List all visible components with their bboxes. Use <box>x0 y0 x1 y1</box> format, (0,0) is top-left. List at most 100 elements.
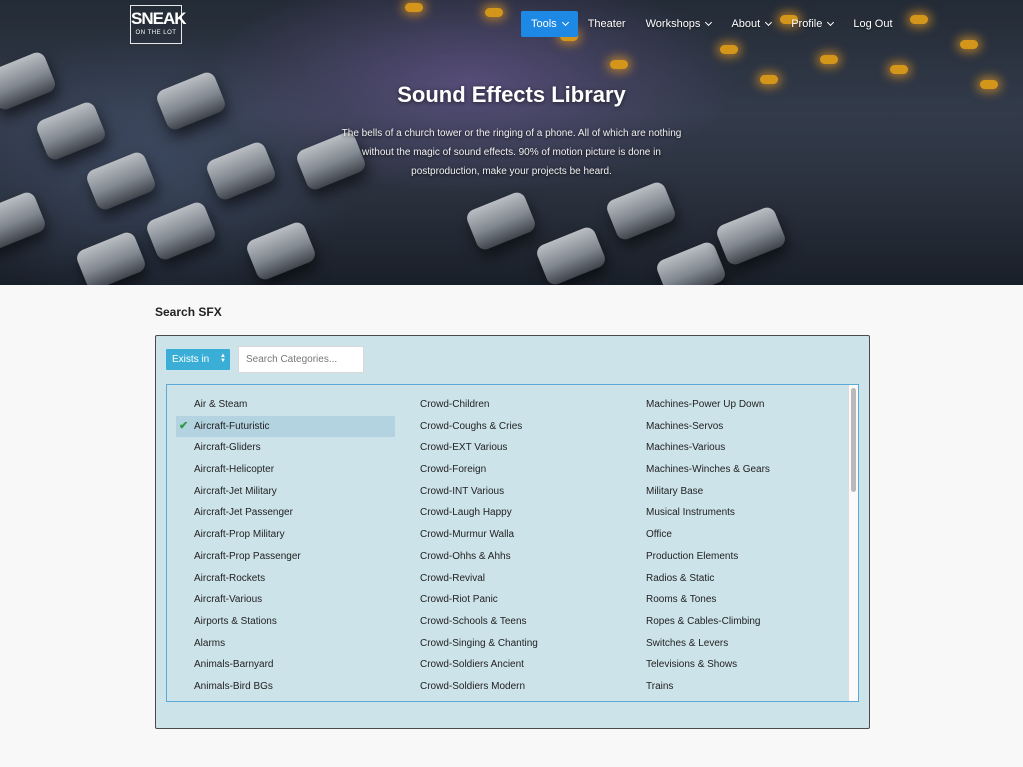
category-option[interactable]: Aircraft-Prop Passenger <box>176 546 395 568</box>
category-option[interactable]: ✔ Aircraft-Futuristic <box>176 415 395 438</box>
category-option[interactable]: Radios & Static <box>628 568 770 590</box>
category-option[interactable]: Machines-Various <box>628 437 770 459</box>
nav-item-label: Theater <box>587 18 626 30</box>
category-option-label: Crowd-Murmur Walla <box>420 529 515 541</box>
category-option-label: Aircraft-Prop Passenger <box>194 550 301 562</box>
checkmark-icon: ✔ <box>179 419 189 432</box>
search-section-title: Search SFX <box>155 305 222 319</box>
category-option[interactable]: Crowd-Ohhs & Ahhs <box>402 546 538 568</box>
category-option[interactable]: Aircraft-Gliders <box>176 437 395 459</box>
category-option[interactable]: Aircraft-Jet Military <box>176 481 395 503</box>
category-option-label: Aircraft-Helicopter <box>194 464 275 476</box>
category-column: Air & Steam ✔ Aircraft-Futuristic Aircraft-… <box>176 394 395 698</box>
category-option[interactable]: Office <box>628 524 770 546</box>
chevron-down-icon <box>827 18 835 27</box>
category-option-label: Production Elements <box>646 550 739 562</box>
category-option[interactable]: Crowd-Murmur Walla <box>402 524 538 546</box>
page-title: Sound Effects Library <box>397 82 626 107</box>
category-option[interactable]: Crowd-Soldiers Modern <box>402 676 538 698</box>
category-option-label: Ropes & Cables-Climbing <box>646 615 761 627</box>
category-option[interactable]: Crowd-Schools & Teens <box>402 611 538 633</box>
category-option[interactable]: Crowd-Revival <box>402 568 538 590</box>
category-option[interactable]: Machines-Power Up Down <box>628 394 770 416</box>
category-option[interactable]: Aircraft-Various <box>176 589 395 611</box>
category-option-label: Crowd-Coughs & Cries <box>420 420 523 432</box>
category-option-label: Aircraft-Prop Military <box>194 529 285 541</box>
nav-item-about[interactable]: About <box>721 11 781 37</box>
category-option-label: Aircraft-Gliders <box>194 442 261 454</box>
nav-item-tools[interactable]: Tools <box>521 11 578 37</box>
category-option-label: Radios & Static <box>646 572 715 584</box>
category-option[interactable]: Ropes & Cables-Climbing <box>628 611 770 633</box>
category-option-label: Crowd-Foreign <box>420 464 487 476</box>
category-option-label: Aircraft-Jet Passenger <box>194 507 293 519</box>
nav-item-label: Log Out <box>853 18 893 30</box>
category-option[interactable]: Crowd-Soldiers Ancient <box>402 654 538 676</box>
category-option[interactable]: Crowd-Singing & Chanting <box>402 633 538 655</box>
category-option-label: Crowd-EXT Various <box>420 442 508 454</box>
category-option[interactable]: Production Elements <box>628 546 770 568</box>
category-option[interactable]: Crowd-INT Various <box>402 481 538 503</box>
category-option[interactable]: Alarms <box>176 633 395 655</box>
category-option[interactable]: Switches & Levers <box>628 633 770 655</box>
category-option[interactable]: Air & Steam <box>176 394 395 416</box>
logo-text: SNEAK <box>131 9 187 28</box>
category-option-label: Crowd-Ohhs & Ahhs <box>420 550 511 562</box>
nav-item-label: Workshops <box>645 18 701 30</box>
category-option[interactable]: Musical Instruments <box>628 502 770 524</box>
category-option[interactable]: Crowd-Riot Panic <box>402 589 538 611</box>
logo-subtext: ON THE LOT <box>135 30 177 36</box>
nav-item-label: About <box>731 18 761 30</box>
category-option-label: Crowd-Schools & Teens <box>420 615 527 627</box>
category-option[interactable]: Machines-Winches & Gears <box>628 459 770 481</box>
category-option-label: Aircraft-Various <box>194 594 263 606</box>
category-option-label: Crowd-Riot Panic <box>420 594 498 606</box>
category-option-label: Office <box>646 529 672 541</box>
category-option[interactable]: Crowd-Foreign <box>402 459 538 481</box>
nav-item-label: Profile <box>791 18 823 30</box>
category-option-label: Crowd-Revival <box>420 572 486 584</box>
list-scrollbar[interactable] <box>848 385 858 701</box>
category-search-input[interactable] <box>238 346 364 373</box>
category-option[interactable]: Airports & Stations <box>176 611 395 633</box>
category-option[interactable]: Animals-Bird BGs <box>176 676 395 698</box>
category-option-label: Crowd-INT Various <box>420 485 505 497</box>
nav-item-theater[interactable]: Theater <box>578 11 636 37</box>
category-option-label: Televisions & Shows <box>646 659 738 671</box>
category-option[interactable]: Aircraft-Rockets <box>176 568 395 590</box>
nav-item-profile[interactable]: Profile <box>781 11 843 37</box>
category-option-label: Crowd-Singing & Chanting <box>420 637 538 649</box>
nav-item-log-out[interactable]: Log Out <box>843 11 902 37</box>
category-option-label: Switches & Levers <box>646 637 729 649</box>
category-option[interactable]: Animals-Barnyard <box>176 654 395 676</box>
category-option-label: Crowd-Soldiers Ancient <box>420 659 524 671</box>
category-option[interactable]: Rooms & Tones <box>628 589 770 611</box>
category-option[interactable]: Aircraft-Helicopter <box>176 459 395 481</box>
category-option-label: Aircraft-Futuristic <box>194 420 270 432</box>
category-option-label: Animals-Bird BGs <box>194 680 273 692</box>
category-option-label: Trains <box>646 680 674 692</box>
category-option[interactable]: Machines-Servos <box>628 416 770 438</box>
category-option[interactable]: Crowd-Coughs & Cries <box>402 416 538 438</box>
category-option-label: Air & Steam <box>194 399 248 410</box>
category-option-label: Crowd-Soldiers Modern <box>420 680 526 692</box>
category-option-label: Animals-Barnyard <box>194 659 274 671</box>
category-option-label: Military Base <box>646 485 704 497</box>
nav-menu: Tools Theater Workshops About Profile Log Out <box>521 11 903 37</box>
filter-select-value: Exists in <box>172 354 210 365</box>
category-option[interactable]: Military Base <box>628 481 770 503</box>
category-option-label: Musical Instruments <box>646 507 735 519</box>
category-option-label: Machines-Winches & Gears <box>646 464 770 476</box>
category-option[interactable]: Televisions & Shows <box>628 654 770 676</box>
category-option[interactable]: Crowd-Laugh Happy <box>402 502 538 524</box>
site-logo[interactable]: SNEAK ON THE LOT <box>130 5 187 44</box>
category-option[interactable]: Crowd-Children <box>402 394 538 416</box>
category-option[interactable]: Crowd-EXT Various <box>402 437 538 459</box>
category-list[interactable]: Air & Steam ✔ Aircraft-Futuristic Aircraft-… <box>166 384 859 702</box>
scrollbar-thumb[interactable] <box>851 388 856 492</box>
category-option[interactable]: Aircraft-Prop Military <box>176 524 395 546</box>
category-option[interactable]: Aircraft-Jet Passenger <box>176 502 395 524</box>
category-option[interactable]: Trains <box>628 676 770 698</box>
filter-select[interactable]: Exists in ▲ ▼ <box>166 349 230 370</box>
nav-item-workshops[interactable]: Workshops <box>636 11 722 37</box>
